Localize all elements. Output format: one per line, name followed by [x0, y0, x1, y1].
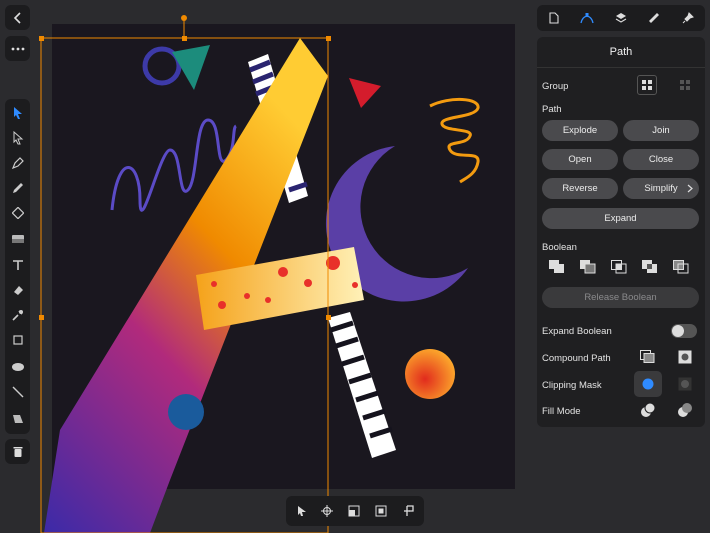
clipping-mask-label: Clipping Mask — [542, 380, 602, 391]
simplify-button[interactable]: Simplify — [623, 178, 699, 199]
tab-path[interactable] — [570, 5, 603, 31]
pin-icon — [682, 12, 694, 24]
boolean-add-icon — [549, 260, 564, 273]
pin-button[interactable] — [396, 499, 420, 523]
pin-icon — [404, 505, 414, 516]
boolean-divide-icon — [673, 260, 689, 274]
ungroup-button[interactable] — [674, 74, 696, 96]
tab-layers[interactable] — [604, 5, 637, 31]
transform-button[interactable] — [342, 499, 366, 523]
simplify-label: Simplify — [644, 183, 678, 194]
frame-button[interactable] — [369, 499, 393, 523]
inspector-tabs — [537, 5, 705, 31]
crosshair-icon — [321, 505, 333, 517]
explode-button[interactable]: Explode — [542, 120, 618, 141]
compound-path-label: Compound Path — [542, 353, 611, 364]
panel-title: Path — [537, 37, 705, 68]
tab-ruler[interactable] — [637, 5, 670, 31]
open-button[interactable]: Open — [542, 149, 618, 170]
document-icon — [548, 12, 559, 24]
boolean-divide-button[interactable] — [670, 256, 692, 278]
boolean-add-button[interactable] — [546, 256, 568, 278]
mask-circle-icon — [642, 378, 654, 390]
fill-mode-evenodd-button[interactable] — [674, 399, 696, 421]
ruler-icon — [648, 13, 659, 23]
compound-path-make-button[interactable] — [637, 346, 659, 368]
toggle-knob — [672, 325, 684, 337]
boolean-xor-icon — [642, 260, 657, 273]
boolean-intersect-button[interactable] — [608, 256, 630, 278]
boolean-intersect-icon — [611, 260, 627, 274]
boolean-subtract-button[interactable] — [577, 256, 599, 278]
reverse-button[interactable]: Reverse — [542, 178, 618, 199]
context-toolbar — [286, 496, 424, 526]
release-boolean-button[interactable]: Release Boolean — [542, 287, 699, 308]
expand-boolean-toggle[interactable] — [671, 324, 697, 338]
group-button[interactable] — [637, 75, 657, 95]
tab-pin[interactable] — [671, 5, 704, 31]
release-mask-icon — [678, 377, 692, 391]
close-button[interactable]: Close — [623, 149, 699, 170]
group-label: Group — [542, 81, 569, 92]
fill-mode-nonzero-button[interactable] — [637, 399, 659, 421]
blue-ball — [168, 394, 204, 430]
compound-path-release-button[interactable] — [674, 346, 696, 368]
chevron-right-icon — [687, 184, 693, 193]
boolean-xor-button[interactable] — [639, 256, 661, 278]
layers-icon — [615, 13, 626, 23]
red-orange-ball — [405, 349, 455, 399]
path-label: Path — [542, 104, 562, 115]
compound-path-icon — [640, 350, 655, 363]
tab-document[interactable] — [537, 5, 570, 31]
transform-icon — [348, 505, 360, 517]
clipping-mask-make-button[interactable] — [634, 371, 662, 397]
select-cursor-icon — [298, 506, 306, 516]
red-triangle — [349, 78, 381, 108]
fill-mode-label: Fill Mode — [542, 406, 581, 417]
crosshair-button[interactable] — [315, 499, 339, 523]
release-compound-icon — [678, 350, 692, 364]
join-button[interactable]: Join — [623, 120, 699, 141]
expand-button[interactable]: Expand — [542, 208, 699, 229]
orange-swirl — [429, 98, 480, 184]
boolean-subtract-icon — [580, 260, 596, 274]
boolean-label: Boolean — [542, 242, 577, 253]
path-pen-icon — [579, 13, 594, 24]
frame-icon — [375, 505, 387, 517]
group-icon — [642, 80, 652, 90]
expand-boolean-label: Expand Boolean — [542, 326, 612, 337]
fill-nonzero-icon — [641, 402, 656, 417]
zebra-strip-bottom — [328, 312, 396, 458]
path-inspector: Path Group Path Explode Join Open Close … — [537, 37, 705, 427]
fill-evenodd-icon — [678, 403, 692, 417]
ungroup-icon — [680, 80, 690, 90]
select-cursor-button[interactable] — [290, 499, 314, 523]
clipping-mask-release-button[interactable] — [674, 373, 696, 395]
